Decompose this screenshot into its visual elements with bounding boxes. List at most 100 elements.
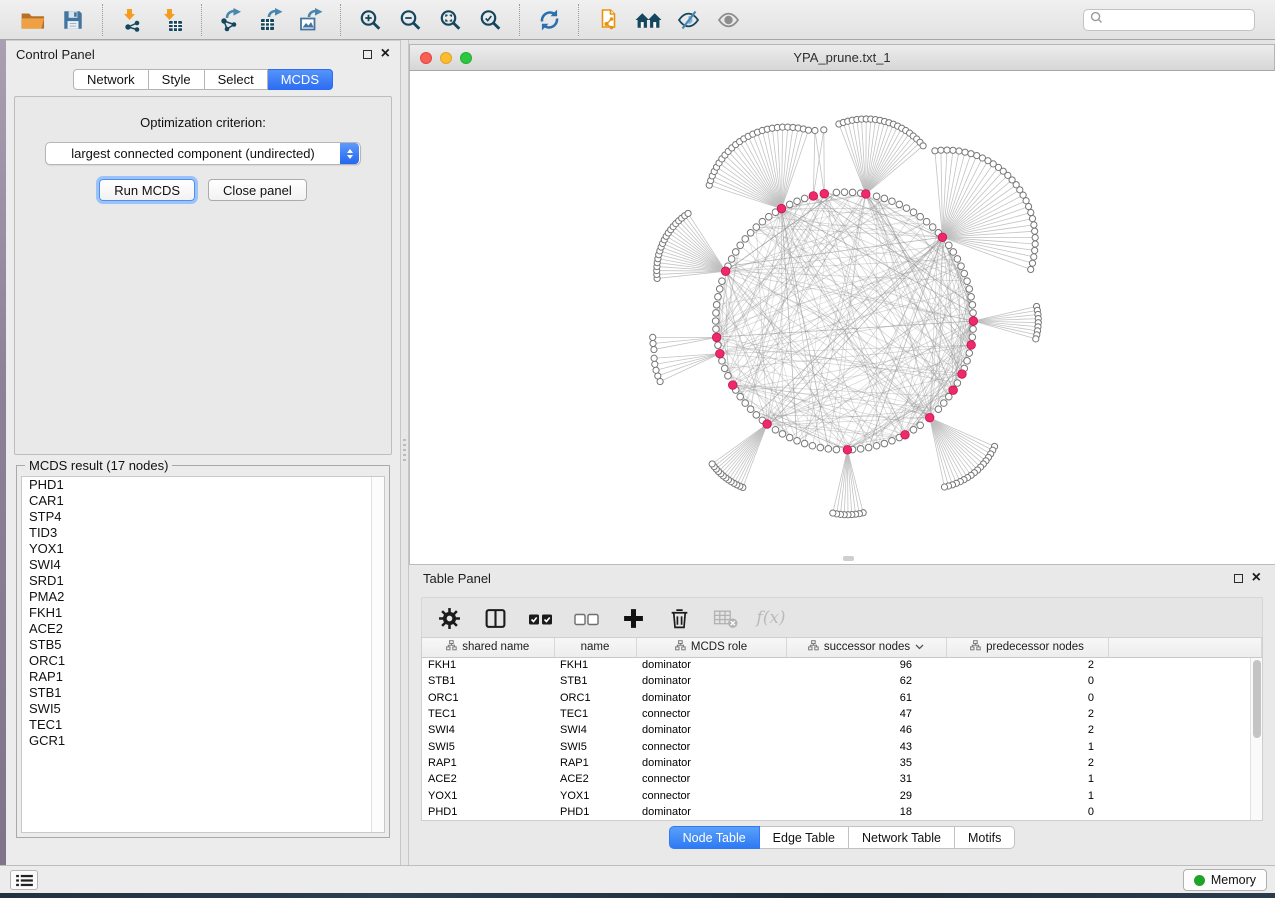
network-node[interactable] (651, 355, 657, 361)
network-node[interactable] (1028, 266, 1034, 272)
network-node[interactable] (786, 201, 793, 208)
network-node[interactable] (742, 400, 749, 407)
close-panel-icon[interactable]: × (381, 49, 390, 59)
network-node[interactable] (961, 270, 968, 277)
mcds-hub-node[interactable] (949, 386, 958, 395)
network-node[interactable] (715, 342, 722, 349)
network-node[interactable] (833, 446, 840, 453)
network-node[interactable] (1031, 254, 1037, 260)
network-node[interactable] (759, 218, 766, 225)
network-node[interactable] (917, 422, 924, 429)
network-node[interactable] (753, 412, 760, 419)
mcds-hub-node[interactable] (763, 420, 772, 429)
network-node[interactable] (801, 440, 808, 447)
network-node[interactable] (1032, 234, 1038, 240)
network-node[interactable] (712, 318, 719, 325)
result-list-scrollbar[interactable] (371, 477, 384, 832)
network-node[interactable] (910, 209, 917, 216)
network-node[interactable] (809, 442, 816, 449)
result-node-item[interactable]: GCR1 (22, 733, 384, 749)
network-node[interactable] (945, 242, 952, 249)
network-from-selection-button[interactable] (593, 5, 623, 35)
result-node-item[interactable]: STB5 (22, 637, 384, 653)
result-node-item[interactable]: STP4 (22, 509, 384, 525)
tab-network-table[interactable]: Network Table (849, 826, 955, 849)
network-node[interactable] (747, 230, 754, 237)
mcds-result-list[interactable]: PHD1CAR1STP4TID3YOX1SWI4SRD1PMA2FKH1ACE2… (21, 476, 385, 833)
network-node[interactable] (956, 148, 962, 154)
mcds-hub-node[interactable] (901, 430, 910, 439)
network-node[interactable] (970, 310, 977, 317)
open-session-button[interactable] (18, 5, 48, 35)
network-node[interactable] (849, 189, 856, 196)
network-node[interactable] (940, 400, 947, 407)
network-node[interactable] (1028, 209, 1034, 215)
network-node[interactable] (932, 148, 938, 154)
network-node[interactable] (881, 440, 888, 447)
tab-mcds[interactable]: MCDS (268, 69, 333, 90)
memory-button[interactable]: Memory (1183, 869, 1267, 891)
zoom-selected-button[interactable] (475, 5, 505, 35)
network-node[interactable] (873, 193, 880, 200)
network-node[interactable] (786, 434, 793, 441)
result-node-item[interactable]: ACE2 (22, 621, 384, 637)
network-node[interactable] (1032, 241, 1038, 247)
network-view-canvas[interactable] (409, 71, 1275, 564)
network-node[interactable] (881, 195, 888, 202)
network-node[interactable] (969, 334, 976, 341)
network-node[interactable] (1029, 260, 1035, 266)
network-node[interactable] (910, 426, 917, 433)
import-network-button[interactable] (117, 5, 147, 35)
network-node[interactable] (857, 446, 864, 453)
network-node[interactable] (830, 510, 836, 516)
result-node-item[interactable]: PMA2 (22, 589, 384, 605)
optimization-criterion-select[interactable]: largest connected component (undirected) (45, 142, 361, 165)
network-node[interactable] (1029, 216, 1035, 222)
table-settings-button[interactable] (436, 604, 462, 632)
network-node[interactable] (968, 151, 974, 157)
network-node[interactable] (817, 444, 824, 451)
network-node[interactable] (753, 224, 760, 231)
network-node[interactable] (968, 294, 975, 301)
tab-edge-table[interactable]: Edge Table (760, 826, 849, 849)
tab-node-table[interactable]: Node Table (669, 826, 760, 849)
mcds-hub-node[interactable] (861, 190, 870, 199)
table-row[interactable]: FKH1FKH1dominator962 (422, 657, 1262, 673)
import-table-button[interactable] (157, 5, 187, 35)
network-node[interactable] (1031, 222, 1037, 228)
result-node-item[interactable]: PHD1 (22, 477, 384, 493)
zoom-out-button[interactable] (395, 5, 425, 35)
zoom-in-button[interactable] (355, 5, 385, 35)
network-node[interactable] (652, 361, 658, 367)
mcds-hub-node[interactable] (728, 381, 737, 390)
network-node[interactable] (805, 127, 811, 133)
column-header-MCDS-role[interactable]: MCDS role (636, 638, 786, 657)
network-node[interactable] (713, 302, 720, 309)
network-node[interactable] (969, 302, 976, 309)
float-panel-icon[interactable] (363, 50, 372, 59)
column-header-name[interactable]: name (554, 638, 636, 657)
hide-graphics-details-button[interactable] (673, 5, 703, 35)
result-node-item[interactable]: SWI5 (22, 701, 384, 717)
tab-network[interactable]: Network (73, 69, 149, 90)
network-node[interactable] (709, 461, 715, 467)
zoom-fit-button[interactable] (435, 5, 465, 35)
network-node[interactable] (737, 393, 744, 400)
result-node-item[interactable]: SWI4 (22, 557, 384, 573)
tab-style[interactable]: Style (149, 69, 205, 90)
table-row[interactable]: SWI4SWI4dominator462 (422, 722, 1262, 738)
export-network-button[interactable] (216, 5, 246, 35)
tab-motifs[interactable]: Motifs (955, 826, 1015, 849)
network-node[interactable] (950, 147, 956, 153)
network-node[interactable] (920, 143, 926, 149)
network-node[interactable] (765, 213, 772, 220)
network-node[interactable] (794, 437, 801, 444)
search-input[interactable] (1107, 13, 1262, 27)
result-node-item[interactable]: CAR1 (22, 493, 384, 509)
network-node[interactable] (841, 189, 848, 196)
network-node[interactable] (1025, 203, 1031, 209)
export-table-button[interactable] (256, 5, 286, 35)
table-scrollbar[interactable] (1250, 658, 1262, 820)
column-header-predecessor-nodes[interactable]: predecessor nodes (946, 638, 1108, 657)
mcds-hub-node[interactable] (712, 333, 721, 342)
